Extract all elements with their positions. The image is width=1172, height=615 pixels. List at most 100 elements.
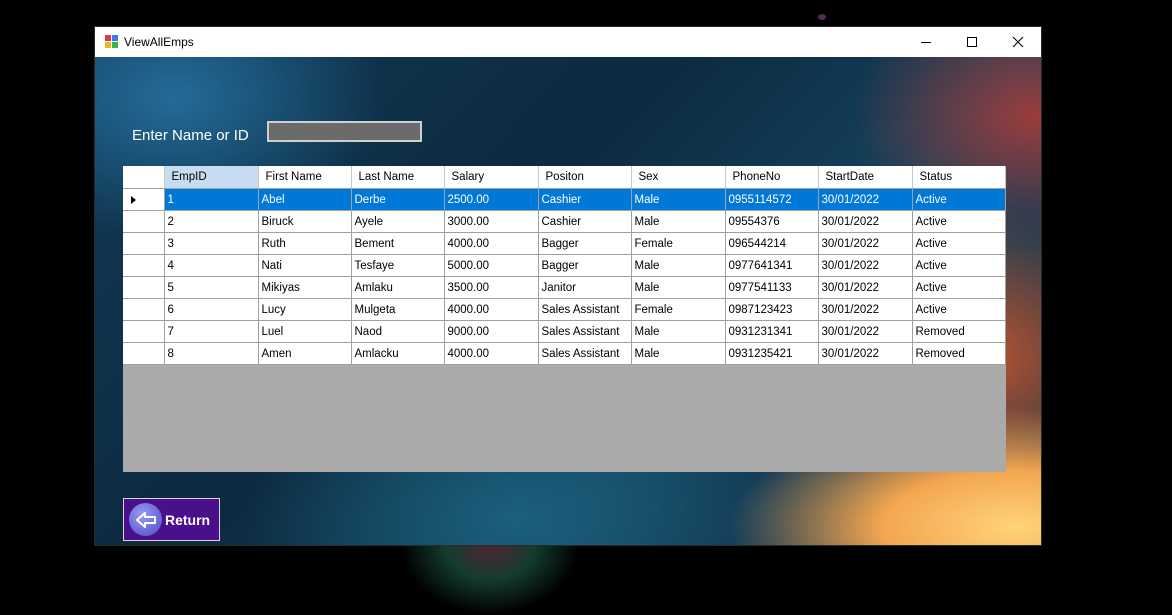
table-cell[interactable]: Active bbox=[912, 254, 1006, 277]
column-header-phone[interactable]: PhoneNo bbox=[725, 166, 819, 189]
search-input[interactable] bbox=[267, 121, 422, 142]
table-cell[interactable]: 2 bbox=[164, 210, 259, 233]
table-cell[interactable]: 1 bbox=[164, 188, 259, 211]
table-cell[interactable]: 30/01/2022 bbox=[818, 210, 913, 233]
table-cell[interactable]: Naod bbox=[351, 320, 445, 343]
table-cell[interactable]: Mulgeta bbox=[351, 298, 445, 321]
table-cell[interactable]: Ayele bbox=[351, 210, 445, 233]
table-cell[interactable]: 30/01/2022 bbox=[818, 298, 913, 321]
row-header[interactable] bbox=[123, 342, 165, 365]
row-header[interactable] bbox=[123, 276, 165, 299]
table-cell[interactable]: Male bbox=[631, 276, 726, 299]
column-header-status[interactable]: Status bbox=[912, 166, 1006, 189]
table-cell[interactable]: Male bbox=[631, 210, 726, 233]
table-cell[interactable]: Abel bbox=[258, 188, 352, 211]
table-cell[interactable]: Male bbox=[631, 320, 726, 343]
column-header-start-date[interactable]: StartDate bbox=[818, 166, 913, 189]
table-cell[interactable]: Nati bbox=[258, 254, 352, 277]
table-cell[interactable]: 4000.00 bbox=[444, 232, 539, 255]
close-button[interactable] bbox=[995, 27, 1041, 57]
table-cell[interactable]: 7 bbox=[164, 320, 259, 343]
table-cell[interactable]: 0931231341 bbox=[725, 320, 819, 343]
table-row[interactable]: 4 Nati Tesfaye 5000.00 Bagger Male 09776… bbox=[123, 254, 1006, 277]
column-header-position[interactable]: Positon bbox=[538, 166, 632, 189]
table-cell[interactable]: 3500.00 bbox=[444, 276, 539, 299]
table-cell[interactable]: Cashier bbox=[538, 188, 632, 211]
column-header-first-name[interactable]: First Name bbox=[258, 166, 352, 189]
column-header-salary[interactable]: Salary bbox=[444, 166, 539, 189]
table-row[interactable]: 5 Mikiyas Amlaku 3500.00 Janitor Male 09… bbox=[123, 276, 1006, 299]
table-cell[interactable]: 30/01/2022 bbox=[818, 342, 913, 365]
column-header-last-name[interactable]: Last Name bbox=[351, 166, 445, 189]
table-cell[interactable]: Luel bbox=[258, 320, 352, 343]
table-cell[interactable]: 096544214 bbox=[725, 232, 819, 255]
table-cell[interactable]: 30/01/2022 bbox=[818, 232, 913, 255]
table-cell[interactable]: 9000.00 bbox=[444, 320, 539, 343]
table-cell[interactable]: Male bbox=[631, 342, 726, 365]
table-cell[interactable]: 30/01/2022 bbox=[818, 254, 913, 277]
column-header-sex[interactable]: Sex bbox=[631, 166, 726, 189]
row-header[interactable] bbox=[123, 254, 165, 277]
table-cell[interactable]: Active bbox=[912, 232, 1006, 255]
table-cell[interactable]: Amlacku bbox=[351, 342, 445, 365]
maximize-button[interactable] bbox=[949, 27, 995, 57]
table-cell[interactable]: Sales Assistant bbox=[538, 298, 632, 321]
row-header[interactable] bbox=[123, 232, 165, 255]
table-cell[interactable]: Ruth bbox=[258, 232, 352, 255]
table-cell[interactable]: 0931235421 bbox=[725, 342, 819, 365]
table-cell[interactable]: 4000.00 bbox=[444, 342, 539, 365]
table-row[interactable]: 7 Luel Naod 9000.00 Sales Assistant Male… bbox=[123, 320, 1006, 343]
table-row[interactable]: 3 Ruth Bement 4000.00 Bagger Female 0965… bbox=[123, 232, 1006, 255]
table-cell[interactable]: Tesfaye bbox=[351, 254, 445, 277]
table-cell[interactable]: Removed bbox=[912, 342, 1006, 365]
table-cell[interactable]: 3000.00 bbox=[444, 210, 539, 233]
table-cell[interactable]: 09554376 bbox=[725, 210, 819, 233]
title-bar[interactable]: ViewAllEmps bbox=[95, 27, 1041, 57]
employees-data-grid[interactable]: EmpID First Name Last Name Salary Posito… bbox=[123, 166, 1006, 472]
table-cell[interactable]: Bagger bbox=[538, 232, 632, 255]
table-cell[interactable]: 6 bbox=[164, 298, 259, 321]
table-cell[interactable]: Female bbox=[631, 232, 726, 255]
table-cell[interactable]: Female bbox=[631, 298, 726, 321]
table-cell[interactable]: 2500.00 bbox=[444, 188, 539, 211]
table-cell[interactable]: Sales Assistant bbox=[538, 342, 632, 365]
row-header[interactable] bbox=[123, 210, 165, 233]
table-cell[interactable]: 30/01/2022 bbox=[818, 320, 913, 343]
table-cell[interactable]: 4000.00 bbox=[444, 298, 539, 321]
table-row[interactable]: 1 Abel Derbe 2500.00 Cashier Male 095511… bbox=[123, 188, 1006, 211]
table-cell[interactable]: 30/01/2022 bbox=[818, 188, 913, 211]
table-cell[interactable]: 3 bbox=[164, 232, 259, 255]
table-row[interactable]: 6 Lucy Mulgeta 4000.00 Sales Assistant F… bbox=[123, 298, 1006, 321]
table-cell[interactable]: 4 bbox=[164, 254, 259, 277]
table-cell[interactable]: Amen bbox=[258, 342, 352, 365]
table-cell[interactable]: Amlaku bbox=[351, 276, 445, 299]
table-cell[interactable]: 0987123423 bbox=[725, 298, 819, 321]
table-cell[interactable]: Active bbox=[912, 210, 1006, 233]
table-cell[interactable]: Janitor bbox=[538, 276, 632, 299]
table-cell[interactable]: 0977641341 bbox=[725, 254, 819, 277]
table-cell[interactable]: Active bbox=[912, 298, 1006, 321]
table-cell[interactable]: Lucy bbox=[258, 298, 352, 321]
row-header-corner[interactable] bbox=[123, 166, 165, 189]
table-cell[interactable]: Bagger bbox=[538, 254, 632, 277]
table-cell[interactable]: Male bbox=[631, 188, 726, 211]
table-cell[interactable]: Biruck bbox=[258, 210, 352, 233]
table-row[interactable]: 8 Amen Amlacku 4000.00 Sales Assistant M… bbox=[123, 342, 1006, 365]
table-cell[interactable]: 8 bbox=[164, 342, 259, 365]
table-cell[interactable]: Cashier bbox=[538, 210, 632, 233]
minimize-button[interactable] bbox=[903, 27, 949, 57]
table-cell[interactable]: Active bbox=[912, 276, 1006, 299]
table-cell[interactable]: Male bbox=[631, 254, 726, 277]
table-cell[interactable]: 5 bbox=[164, 276, 259, 299]
table-row[interactable]: 2 Biruck Ayele 3000.00 Cashier Male 0955… bbox=[123, 210, 1006, 233]
column-header-empid[interactable]: EmpID bbox=[164, 166, 259, 189]
row-header[interactable] bbox=[123, 320, 165, 343]
row-header[interactable] bbox=[123, 298, 165, 321]
table-cell[interactable]: 5000.00 bbox=[444, 254, 539, 277]
table-cell[interactable]: Active bbox=[912, 188, 1006, 211]
table-cell[interactable]: 30/01/2022 bbox=[818, 276, 913, 299]
table-cell[interactable]: Removed bbox=[912, 320, 1006, 343]
table-cell[interactable]: Sales Assistant bbox=[538, 320, 632, 343]
table-cell[interactable]: 0977541133 bbox=[725, 276, 819, 299]
table-cell[interactable]: Derbe bbox=[351, 188, 445, 211]
